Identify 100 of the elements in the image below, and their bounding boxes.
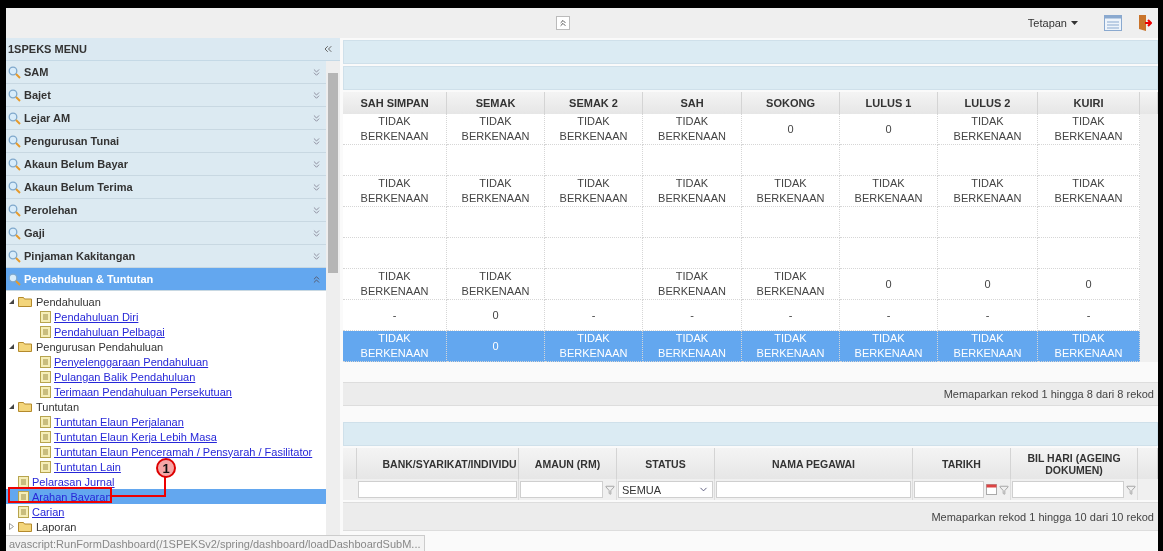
column-header[interactable]: AMAUN (RM): [519, 448, 617, 479]
document-icon: [18, 475, 29, 488]
search-icon: [8, 180, 21, 194]
table-cell: 0: [840, 114, 938, 145]
document-icon: [18, 490, 29, 503]
collapse-icon[interactable]: [322, 43, 334, 55]
exit-icon[interactable]: [1138, 14, 1152, 32]
column-header[interactable]: SOKONG: [742, 92, 840, 114]
table-cell: TIDAK BERKENAAN: [938, 176, 1038, 207]
column-header[interactable]: NAMA PEGAWAI: [715, 448, 913, 479]
table-cell: TIDAK BERKENAAN: [1038, 114, 1140, 145]
menu-section[interactable]: Pinjaman Kakitangan: [6, 245, 326, 268]
column-header[interactable]: KUIRI: [1038, 92, 1140, 114]
document-icon: [18, 505, 29, 518]
expanded-triangle-icon[interactable]: [8, 403, 15, 410]
menu-link[interactable]: Pendahuluan Pelbagai: [54, 325, 165, 338]
menu-link[interactable]: Tuntutan Elaun Penceramah / Pensyarah / Fasilitator: [54, 445, 313, 458]
menu-link[interactable]: Pendahuluan Diri: [54, 310, 139, 323]
menu-link[interactable]: Tuntutan Elaun Perjalanan: [54, 415, 184, 428]
folder-icon: [18, 341, 33, 352]
scrollbar[interactable]: [326, 61, 340, 535]
filter-field[interactable]: [520, 481, 603, 498]
folder-label[interactable]: Tuntutan: [36, 400, 79, 413]
menu-link[interactable]: Pelarasan Jurnal: [32, 475, 115, 488]
column-header[interactable]: BIL HARI (AGEING DOKUMEN): [1011, 448, 1138, 479]
table-cell: TIDAK BERKENAAN: [643, 269, 742, 300]
table-cell: TIDAK BERKENAAN: [1038, 176, 1140, 207]
table-cell: -: [742, 300, 840, 331]
menu-section[interactable]: SAM: [6, 61, 326, 84]
filter-field[interactable]: [716, 481, 911, 498]
document-icon: [40, 325, 51, 338]
column-header[interactable]: STATUS: [617, 448, 715, 479]
menu-link[interactable]: Penyelenggaraan Pendahuluan: [54, 355, 209, 368]
column-header[interactable]: SAH SIMPAN: [343, 92, 447, 114]
table-cell: TIDAK BERKENAAN: [742, 176, 840, 207]
table-cell: TIDAK BERKENAAN: [545, 114, 643, 145]
table-cell: [1140, 114, 1158, 145]
folder-label[interactable]: Pendahuluan: [36, 295, 101, 308]
table-cell: -: [840, 300, 938, 331]
table-cell: -: [1038, 300, 1140, 331]
record-count: Memaparkan rekod 1 hingga 8 dari 8 rekod: [943, 388, 1154, 400]
search-icon: [8, 65, 21, 79]
table-cell: TIDAK BERKENAAN: [447, 269, 545, 300]
list-icon[interactable]: [1104, 15, 1122, 31]
document-icon: [40, 445, 51, 458]
menu-section[interactable]: Gaji: [6, 222, 326, 245]
menu-link[interactable]: Terimaan Pendahuluan Persekutuan: [54, 385, 232, 398]
calendar-icon[interactable]: [986, 484, 997, 495]
filter-icon[interactable]: [605, 484, 615, 495]
column-header[interactable]: LULUS 2: [938, 92, 1038, 114]
column-header[interactable]: SAH: [643, 92, 742, 114]
menu-section[interactable]: Akaun Belum Terima: [6, 176, 326, 199]
menu-section[interactable]: Perolehan: [6, 199, 326, 222]
table-cell: TIDAK BERKENAAN: [545, 176, 643, 207]
expanded-triangle-icon[interactable]: [8, 343, 15, 350]
expanded-triangle-icon[interactable]: [8, 298, 15, 305]
table-cell: TIDAK BERKENAAN: [343, 269, 447, 300]
filter-field[interactable]: [1012, 481, 1124, 498]
search-icon: [8, 111, 21, 125]
table-cell: -: [643, 300, 742, 331]
filter-field[interactable]: [358, 481, 517, 498]
collapse-button[interactable]: [556, 16, 570, 30]
table-cell: -: [343, 300, 447, 331]
table-cell: TIDAK BERKENAAN: [643, 331, 742, 362]
folder-label[interactable]: Laporan: [36, 520, 77, 533]
menu-section[interactable]: Pengurusan Tunai: [6, 130, 326, 153]
menu-link[interactable]: Tuntutan Elaun Kerja Lebih Masa: [54, 430, 217, 443]
menu-link[interactable]: Carian: [32, 505, 65, 518]
document-icon: [40, 355, 51, 368]
column-header[interactable]: TARIKH: [913, 448, 1011, 479]
column-header[interactable]: BANK/SYARIKAT/INDIVIDU: [357, 448, 519, 479]
table-cell: TIDAK BERKENAAN: [938, 331, 1038, 362]
menu-link[interactable]: Pulangan Balik Pendahuluan: [54, 370, 196, 383]
filter-icon[interactable]: [999, 484, 1009, 495]
caret-icon: [1071, 21, 1078, 25]
table-cell: TIDAK BERKENAAN: [742, 331, 840, 362]
folder-icon: [18, 296, 33, 307]
column-header[interactable]: SEMAK: [447, 92, 545, 114]
filter-icon[interactable]: [1126, 484, 1136, 495]
menu-section[interactable]: Akaun Belum Bayar: [6, 153, 326, 176]
folder-label[interactable]: Pengurusan Pendahuluan: [36, 340, 164, 353]
menu-section[interactable]: Lejar AM: [6, 107, 326, 130]
table-cell: 0: [742, 114, 840, 145]
menu-section[interactable]: Bajet: [6, 84, 326, 107]
column-header[interactable]: SEMAK 2: [545, 92, 643, 114]
table-cell: -: [938, 300, 1038, 331]
settings-dropdown[interactable]: Tetapan: [1027, 17, 1078, 29]
status-select[interactable]: SEMUA: [618, 481, 713, 498]
table-cell: TIDAK BERKENAAN: [840, 176, 938, 207]
column-header[interactable]: LULUS 1: [840, 92, 938, 114]
document-icon: [40, 415, 51, 428]
search-icon: [8, 226, 21, 240]
collapsed-triangle-icon[interactable]: [8, 523, 15, 530]
folder-icon: [18, 401, 33, 412]
table-cell: TIDAK BERKENAAN: [343, 176, 447, 207]
date-field[interactable]: [914, 481, 984, 498]
menu-link[interactable]: Tuntutan Lain: [54, 460, 121, 473]
table-cell: TIDAK BERKENAAN: [840, 331, 938, 362]
search-icon: [8, 249, 21, 263]
table-cell: TIDAK BERKENAAN: [343, 114, 447, 145]
